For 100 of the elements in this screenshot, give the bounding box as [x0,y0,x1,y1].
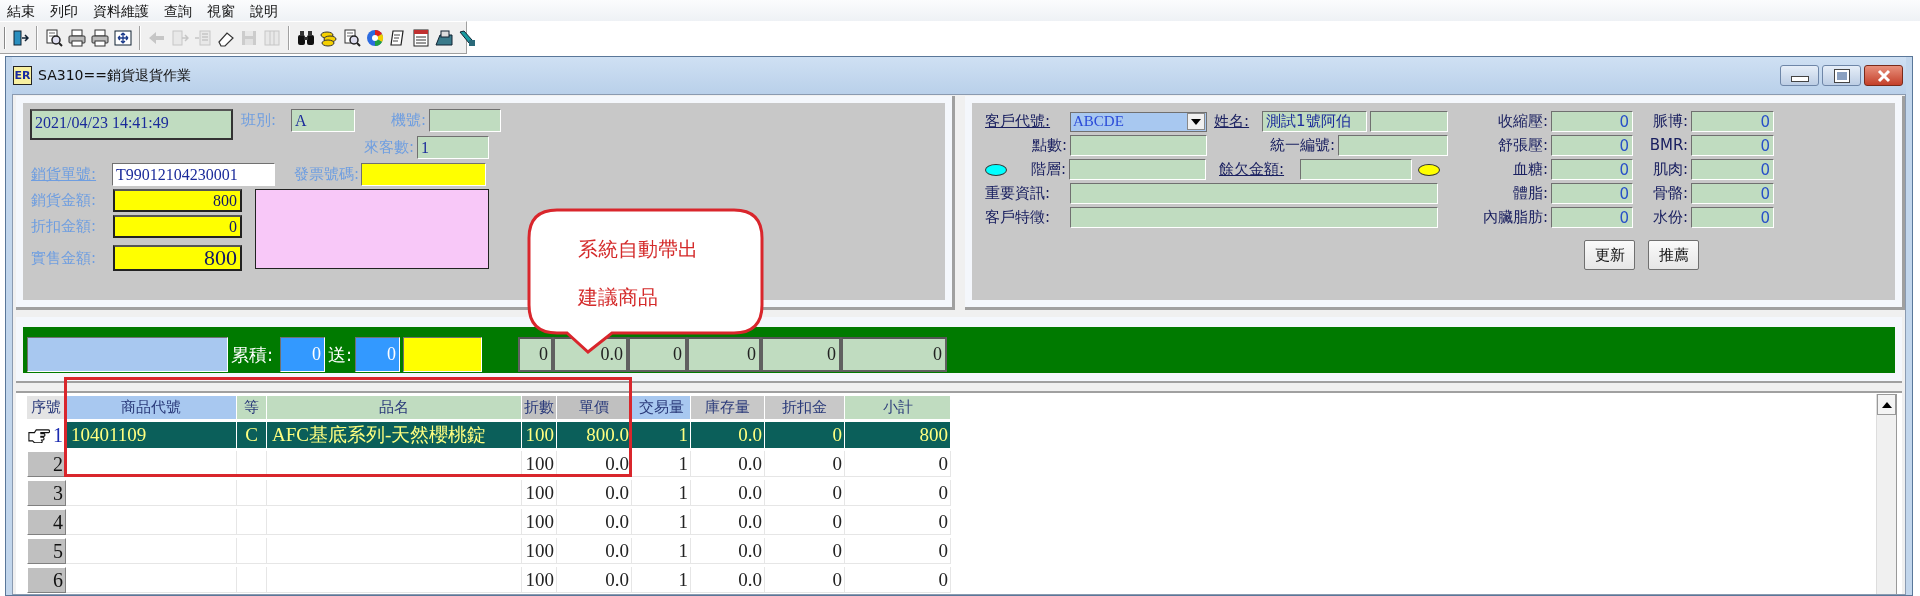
field-label: 來客數: [363,138,414,157]
table-cell: 100 [522,567,557,593]
page-magnifier-icon[interactable] [45,28,63,47]
row-number[interactable]: 3 [27,480,66,506]
measure-field[interactable]: 0 [1691,207,1774,228]
table-cell: 0.0 [691,567,765,593]
customer-trait-field[interactable] [1070,207,1438,228]
field-label: 點數: [1030,136,1067,155]
row-number[interactable]: 4 [27,509,66,535]
field-label: 水份: [1651,207,1688,228]
table-cell: 0.0 [691,422,765,448]
column-header[interactable]: 交易量 [632,396,691,419]
table-cell: 100 [522,538,557,564]
input-field[interactable] [403,337,482,372]
column-header[interactable]: 等 [237,396,267,419]
invoice-number-field[interactable] [361,163,486,186]
menu-item[interactable]: 說明 [243,0,285,21]
pointing-hand-icon [28,426,50,443]
important-info-field[interactable] [1070,183,1438,204]
table-cell: 100 [522,451,557,477]
field-label: 肌肉: [1651,159,1688,180]
balance-field[interactable] [1300,159,1412,180]
machine-field[interactable] [429,109,501,132]
row-number[interactable]: 5 [27,538,66,564]
order-number-field[interactable]: T99012104230001 [112,163,275,186]
measure-field[interactable]: 0 [1691,135,1774,156]
field-label: 重要資訊: [985,184,1052,203]
color-wheel-icon[interactable] [366,28,384,47]
visitors-field[interactable]: 1 [417,136,489,159]
field-label: 舒張壓: [1496,135,1548,156]
menu-item[interactable]: 資料維護 [86,0,156,21]
field-label: 血糖: [1511,159,1548,180]
row-number[interactable]: 2 [27,451,66,477]
name-field[interactable]: 測試1號阿伯 [1262,111,1367,132]
field-label: 機號: [389,111,426,130]
measure-field[interactable]: 0 [1551,111,1633,132]
field-label: 銷貨金額: [31,191,98,210]
column-header[interactable]: 小計 [845,396,951,419]
form-icon[interactable] [412,28,430,47]
field-label: 累積: [230,343,275,367]
shift-field[interactable]: A [291,109,355,132]
measure-field[interactable]: 0 [1551,135,1633,156]
table-cell: 0 [765,451,845,477]
customer-code-dropdown[interactable]: ABCDE [1070,111,1207,132]
four-arrows-icon[interactable] [114,28,132,47]
measure-field[interactable]: 0 [1691,111,1774,132]
tool-icon[interactable] [458,28,476,47]
column-header[interactable]: 品名 [267,396,522,419]
status-dot [1418,163,1440,176]
minimize-button[interactable] [1780,65,1819,86]
tax-id-field[interactable] [1338,135,1448,156]
table-cell: 100 [522,480,557,506]
scanner-icon[interactable] [435,28,453,47]
table-cell: 0.0 [691,538,765,564]
measure-field[interactable]: 0 [1551,159,1633,180]
close-button[interactable] [1864,65,1903,86]
exit-icon[interactable] [11,28,29,47]
page-magnifier-icon[interactable] [343,28,361,47]
points-field[interactable] [1070,135,1207,156]
measure-field[interactable]: 0 [1551,207,1633,228]
measure-field[interactable]: 0 [1691,159,1774,180]
column-header[interactable]: 折數 [522,396,557,419]
customer-code-link[interactable]: 客戶代號: [985,112,1063,131]
coins-icon[interactable] [320,28,338,47]
row-number[interactable]: 6 [27,567,66,593]
printer-icon[interactable] [68,28,86,47]
table-cell: 0 [845,509,951,535]
table-cell: 800.0 [557,422,632,448]
scrollbar-track[interactable] [1876,394,1897,594]
app-icon: ER [13,66,32,85]
table-cell: 0 [845,451,951,477]
table-cell: 100 [522,422,557,448]
printer-icon[interactable] [91,28,109,47]
measure-field[interactable]: 0 [1691,183,1774,204]
field-label: 發票號碼: [292,165,359,184]
menu-item[interactable]: 視窗 [200,0,242,21]
binoculars-icon[interactable] [297,28,315,47]
action-button[interactable]: 推薦 [1648,240,1699,270]
input-field[interactable] [1370,111,1448,132]
scroll-up-button[interactable] [1877,394,1896,415]
table-cell: 0.0 [557,480,632,506]
search-field[interactable] [27,337,228,372]
level-field[interactable] [1069,159,1206,180]
menu-item[interactable]: 結束 [0,0,42,21]
maximize-button[interactable] [1822,65,1861,86]
column-header[interactable]: 序號 [27,396,66,419]
measure-field[interactable]: 0 [1551,183,1633,204]
column-header[interactable]: 折扣金 [765,396,845,419]
table-cell: 0 [845,538,951,564]
table-cell: 0.0 [691,451,765,477]
action-button[interactable]: 更新 [1584,240,1635,270]
column-header[interactable]: 單價 [557,396,632,419]
table-cell: 1 [632,422,691,448]
menu-item[interactable]: 查詢 [157,0,199,21]
menu-item[interactable]: 列印 [43,0,85,21]
name-link[interactable]: 姓名: [1214,112,1258,131]
note-icon[interactable] [389,28,407,47]
column-header[interactable]: 庫存量 [691,396,765,419]
column-header[interactable]: 商品代號 [66,396,237,419]
balance-link[interactable]: 餘欠金額: [1219,160,1299,179]
